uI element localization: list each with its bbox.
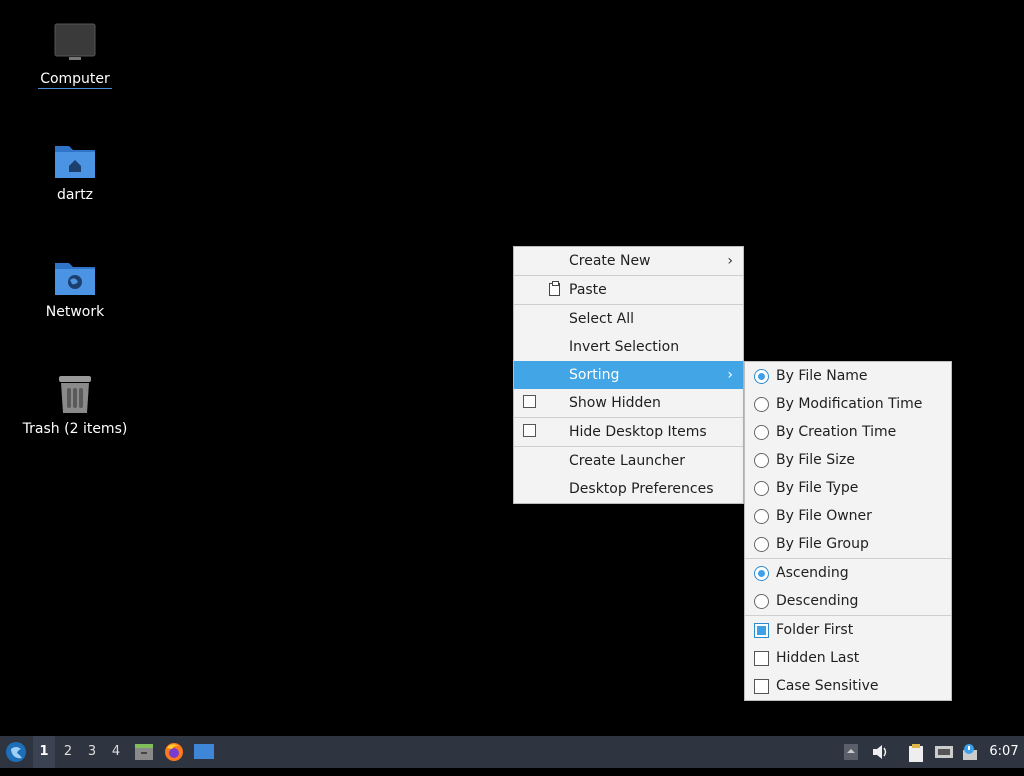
network-icon[interactable] [934, 744, 953, 760]
workspace-2[interactable]: 2 [57, 736, 79, 768]
menu-item-select-all[interactable]: Select All [514, 305, 743, 333]
menu-item-paste[interactable]: Paste [514, 276, 743, 304]
radio-selected-icon[interactable] [754, 566, 769, 581]
menu-item-invert-selection[interactable]: Invert Selection [514, 333, 743, 361]
taskbar: 1 2 3 4 6:07 [0, 736, 1024, 768]
desktop-icon-network[interactable]: Network [20, 255, 130, 321]
volume-icon[interactable] [872, 744, 888, 760]
menu-item-show-hidden[interactable]: Show Hidden [514, 389, 743, 417]
hide-desktop-items-checkbox[interactable] [523, 424, 536, 437]
desktop-icon-computer[interactable]: Computer [20, 22, 130, 89]
checkbox-checked-icon[interactable] [754, 623, 769, 638]
menu-item-sorting[interactable]: Sorting › [514, 361, 743, 389]
option-hidden-last[interactable]: Hidden Last [745, 644, 951, 672]
menu-item-create-launcher[interactable]: Create Launcher [514, 447, 743, 475]
checkbox-icon[interactable] [754, 679, 769, 694]
workspace-3[interactable]: 3 [81, 736, 103, 768]
home-folder-icon [53, 138, 97, 182]
radio-icon[interactable] [754, 537, 769, 552]
desktop-icon [194, 744, 214, 759]
desktop-context-menu: Create New › Paste Select All Invert Sel… [513, 246, 744, 504]
sort-by-file-group[interactable]: By File Group [745, 530, 951, 558]
option-folder-first[interactable]: Folder First [745, 616, 951, 644]
desktop-icon-label: Trash (2 items) [22, 421, 128, 437]
trash-icon [53, 372, 97, 416]
firefox-icon [165, 743, 183, 761]
radio-icon[interactable] [754, 453, 769, 468]
computer-icon [53, 22, 97, 66]
chevron-right-icon: › [727, 253, 733, 269]
sort-by-file-type[interactable]: By File Type [745, 474, 951, 502]
firefox-launcher[interactable] [163, 736, 185, 768]
radio-icon[interactable] [754, 594, 769, 609]
file-manager-icon [135, 744, 153, 760]
radio-selected-icon[interactable] [754, 369, 769, 384]
desktop-icon-home[interactable]: dartz [20, 138, 130, 204]
radio-icon[interactable] [754, 509, 769, 524]
clock[interactable]: 6:07 [986, 736, 1022, 768]
clipboard-icon [549, 281, 560, 296]
desktop-icon-label: Network [45, 304, 105, 320]
update-notification-icon[interactable] [961, 744, 977, 760]
sort-by-file-size[interactable]: By File Size [745, 446, 951, 474]
sort-by-file-name[interactable]: By File Name [745, 362, 951, 390]
sort-by-creation-time[interactable]: By Creation Time [745, 418, 951, 446]
menu-item-create-new[interactable]: Create New › [514, 247, 743, 275]
radio-icon[interactable] [754, 481, 769, 496]
network-folder-icon [53, 255, 97, 299]
sort-by-modification-time[interactable]: By Modification Time [745, 390, 951, 418]
checkbox-icon[interactable] [754, 651, 769, 666]
workspace-4[interactable]: 4 [105, 736, 127, 768]
clipboard-icon[interactable] [908, 744, 924, 762]
radio-icon[interactable] [754, 425, 769, 440]
option-case-sensitive[interactable]: Case Sensitive [745, 672, 951, 700]
radio-icon[interactable] [754, 397, 769, 412]
workspace-1[interactable]: 1 [33, 736, 55, 768]
sort-descending[interactable]: Descending [745, 587, 951, 615]
tray-expander-icon[interactable] [844, 744, 860, 760]
start-menu-button[interactable] [2, 736, 30, 768]
chevron-right-icon: › [727, 367, 733, 383]
desktop-icon-trash[interactable]: Trash (2 items) [20, 372, 130, 438]
show-desktop-button[interactable] [192, 736, 216, 768]
show-hidden-checkbox[interactable] [523, 395, 536, 408]
sort-by-file-owner[interactable]: By File Owner [745, 502, 951, 530]
menu-item-desktop-preferences[interactable]: Desktop Preferences [514, 475, 743, 503]
sorting-submenu: By File Name By Modification Time By Cre… [744, 361, 952, 701]
desktop-icon-label: Computer [38, 71, 112, 89]
file-manager-launcher[interactable] [133, 736, 155, 768]
sort-ascending[interactable]: Ascending [745, 559, 951, 587]
desktop-icon-label: dartz [56, 187, 94, 203]
menu-item-hide-desktop-items[interactable]: Hide Desktop Items [514, 418, 743, 446]
app-menu-icon [6, 742, 26, 762]
